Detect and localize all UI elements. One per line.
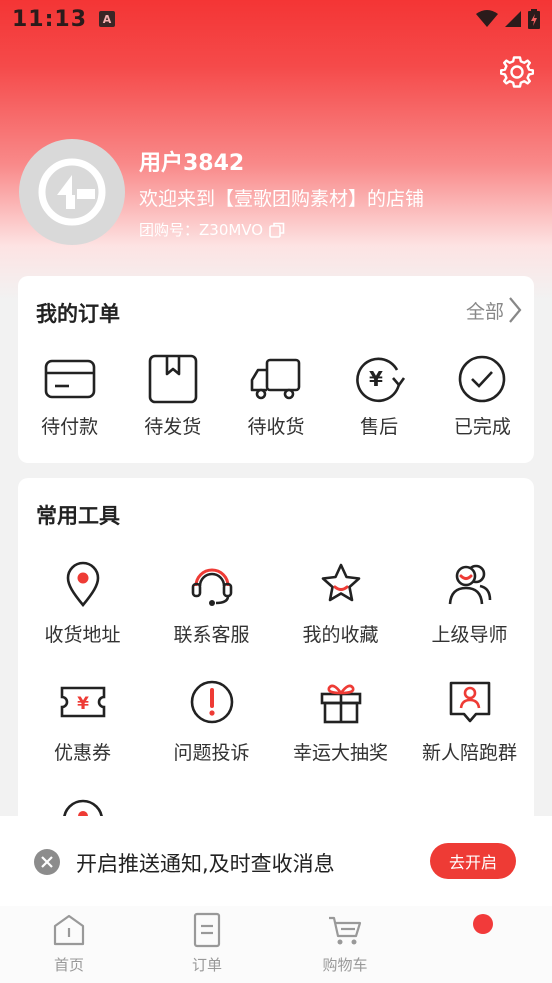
tab-label: 订单 <box>191 956 222 974</box>
tool-my-favorites[interactable]: 我的收藏 <box>276 560 405 678</box>
close-icon <box>41 856 53 868</box>
status-indicators <box>476 9 540 29</box>
tool-label: 新人陪跑群 <box>421 742 517 764</box>
battery-icon <box>528 9 540 29</box>
tool-newcomer-group[interactable]: 新人陪跑群 <box>405 678 534 796</box>
tool-label: 联系客服 <box>173 624 250 646</box>
shop-logo-icon <box>38 158 106 226</box>
tool-label: 幸运大抽奖 <box>292 742 388 764</box>
truck-icon <box>250 358 301 400</box>
svg-text:¥: ¥ <box>369 367 383 391</box>
order-status-label: 待付款 <box>41 416 99 438</box>
wifi-icon <box>476 10 498 27</box>
tool-lucky-draw[interactable]: 幸运大抽奖 <box>276 678 405 796</box>
profile-name: 用户3842 <box>139 151 245 176</box>
headset-icon <box>191 568 232 606</box>
card-icon <box>44 359 95 399</box>
tab-cart[interactable]: 购物车 <box>276 906 414 983</box>
tool-label: 优惠券 <box>53 742 111 764</box>
exclamation-icon <box>190 680 233 724</box>
notification-app-badge: A <box>99 11 116 27</box>
tool-label: 收货地址 <box>44 624 121 646</box>
orders-title: 我的订单 <box>36 302 120 326</box>
tool-mentor[interactable]: 上级导师 <box>405 560 534 678</box>
order-pending-shipment[interactable]: 待发货 <box>121 354 224 439</box>
star-icon <box>321 563 360 602</box>
enable-push-button[interactable]: 去开启 <box>430 843 516 879</box>
tab-orders[interactable]: 订单 <box>138 906 276 983</box>
push-banner-text: 开启推送通知,及时查收消息 <box>76 852 335 876</box>
tool-customer-service[interactable]: 联系客服 <box>147 560 276 678</box>
my-orders-card: 我的订单 全部 待付款 待发货 待收货 ¥ 售后 已完成 <box>18 276 534 463</box>
svg-text:¥: ¥ <box>77 694 89 714</box>
group-chat-icon <box>449 681 490 723</box>
order-status-label: 已完成 <box>453 416 511 438</box>
order-list-icon <box>193 912 221 948</box>
order-after-sales[interactable]: ¥ 售后 <box>328 354 431 439</box>
close-banner-button[interactable] <box>34 849 60 875</box>
mentor-icon <box>448 564 491 605</box>
home-icon <box>53 914 85 946</box>
status-bar: 11:13 A <box>0 0 552 38</box>
group-id: 团购号：Z30MVO <box>139 219 285 240</box>
tab-label: 首页 <box>53 956 84 974</box>
gear-icon <box>499 56 535 88</box>
profile-welcome-text: 欢迎来到【壹歌团购素材】的店铺 <box>139 188 425 210</box>
bottom-tab-bar: 首页 订单 购物车 <box>0 906 552 983</box>
see-all-label: 全部 <box>465 300 504 323</box>
tool-shipping-address[interactable]: 收货地址 <box>18 560 147 678</box>
order-pending-receipt[interactable]: 待收货 <box>224 354 327 439</box>
tool-label: 问题投诉 <box>173 742 250 764</box>
tool-label: 上级导师 <box>431 624 508 646</box>
signal-icon <box>505 11 521 27</box>
coupon-icon: ¥ <box>60 686 105 718</box>
location-pin-icon <box>66 561 99 608</box>
tool-coupons[interactable]: ¥ 优惠券 <box>18 678 147 796</box>
order-status-row: 待付款 待发货 待收货 ¥ 售后 已完成 <box>18 354 534 439</box>
status-time: 11:13 <box>12 6 88 32</box>
group-id-text: 团购号：Z30MVO <box>139 221 264 239</box>
order-completed[interactable]: 已完成 <box>431 354 534 439</box>
tab-home[interactable]: 首页 <box>0 906 138 983</box>
check-circle-icon <box>459 355 506 403</box>
tool-label: 我的收藏 <box>302 624 379 646</box>
order-pending-payment[interactable]: 待付款 <box>18 354 121 439</box>
order-status-label: 待发货 <box>144 416 202 438</box>
active-tab-indicator <box>473 914 493 934</box>
tools-title: 常用工具 <box>36 504 120 528</box>
push-notification-banner: 开启推送通知,及时查收消息 去开启 <box>0 816 552 906</box>
copy-icon[interactable] <box>269 222 285 238</box>
cart-icon <box>329 916 362 945</box>
settings-button[interactable] <box>499 55 535 89</box>
order-status-label: 待收货 <box>247 416 305 438</box>
avatar[interactable] <box>19 139 125 245</box>
package-icon <box>148 354 198 404</box>
refund-icon: ¥ <box>356 357 406 403</box>
tool-complaints[interactable]: 问题投诉 <box>147 678 276 796</box>
tab-label: 购物车 <box>322 956 368 974</box>
chevron-right-icon <box>509 297 522 323</box>
see-all-orders-link[interactable]: 全部 <box>466 296 522 324</box>
gift-icon <box>320 684 361 724</box>
order-status-label: 售后 <box>360 416 399 438</box>
